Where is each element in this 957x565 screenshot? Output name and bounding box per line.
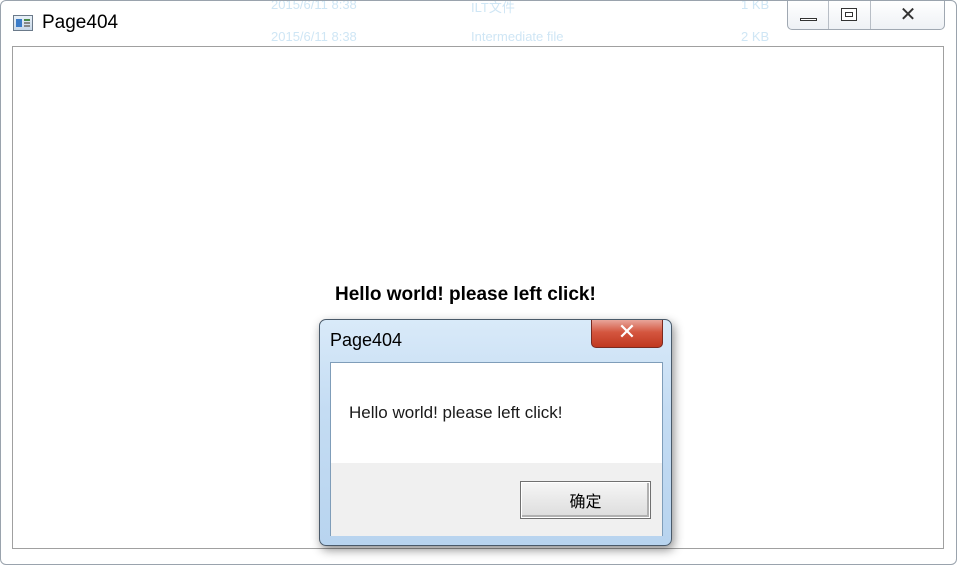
main-window: 2015/6/11 8:38 ILT文件 1 KB 2015/6/11 8:38… (0, 0, 957, 565)
close-button[interactable]: ✕ (871, 1, 944, 29)
dialog-footer: 确定 (331, 463, 662, 536)
background-row-size: 2 KB (741, 29, 770, 44)
main-message: Hello world! please left click! (335, 284, 596, 305)
dialog-body: Hello world! please left click! 确定 (330, 362, 663, 536)
app-icon[interactable] (13, 15, 33, 31)
window-title: Page404 (42, 12, 119, 33)
dialog-message: Hello world! please left click! (349, 403, 563, 422)
minimize-button[interactable] (788, 1, 829, 29)
background-row-date: 2015/6/11 8:38 (271, 0, 357, 12)
dialog-title: Page404 (330, 330, 403, 350)
message-dialog: Page404 ✕ Hello world! please left click… (319, 319, 672, 546)
close-icon: ✕ (617, 320, 637, 345)
maximize-button[interactable] (829, 1, 871, 29)
dialog-close-button[interactable]: ✕ (591, 320, 663, 348)
background-row-size: 1 KB (741, 0, 770, 12)
caption-buttons: ✕ (787, 1, 945, 30)
restore-icon (841, 8, 857, 21)
minimize-icon (800, 18, 817, 21)
ok-button[interactable]: 确定 (520, 481, 651, 519)
close-icon: ✕ (899, 2, 917, 26)
background-row-type: Intermediate file (471, 29, 564, 44)
background-row-type: ILT文件 (471, 0, 515, 15)
background-row-date: 2015/6/11 8:38 (271, 29, 357, 44)
